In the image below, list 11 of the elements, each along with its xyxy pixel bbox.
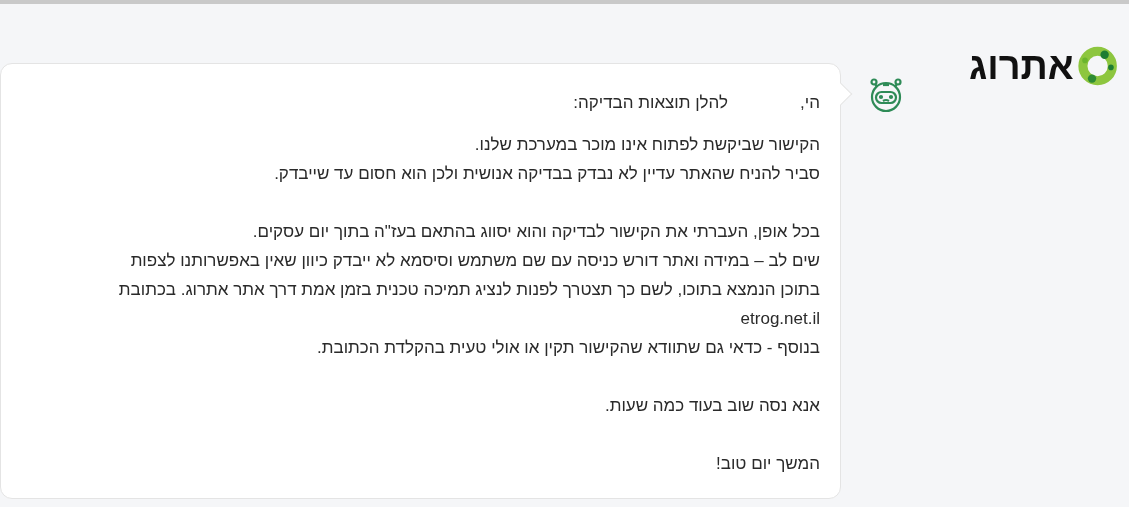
message-text: בכל אופן, העברתי את הקישור לבדיקה והוא יסווג בהתאם בעז"ה בתוך יום עסקים. [251,221,820,243]
message-text: אנא נסה שוב בעוד כמה שעות. [603,395,820,417]
message-text: המשך יום טוב! [715,453,820,475]
intro-text: להלן תוצאות הבדיקה: [573,92,729,114]
message-text: סביר להניח שהאתר עדיין לא נבדק בבדיקה אנושית ולכן הוא חסום עד שייבדק. [273,163,820,185]
message-text: שים לב – במידה ואתר דורש כניסה עם שם משתמש וסיסמא לא ייבדק כיוון שאין באפשרותנו לצפות בתוכן הנמצא בתוכו, לשם כך תצטרך לפנות לנציג תמיכה טכנית בזמן אמת דרך אתר אתרוג. בכתובת etrog.net.il [117,250,820,330]
message-text: הקישור שביקשת לפתוח אינו מוכר במערכת שלנו. [473,134,820,156]
message-text: בנוסף - כדאי גם שתוודא שהקישור תקין או אולי טעית בהקלדת הכתובת. [316,337,820,359]
robot-icon [867,76,905,114]
logo-text: אתרוג [969,47,1074,85]
greeting-text: הי, [800,92,820,114]
